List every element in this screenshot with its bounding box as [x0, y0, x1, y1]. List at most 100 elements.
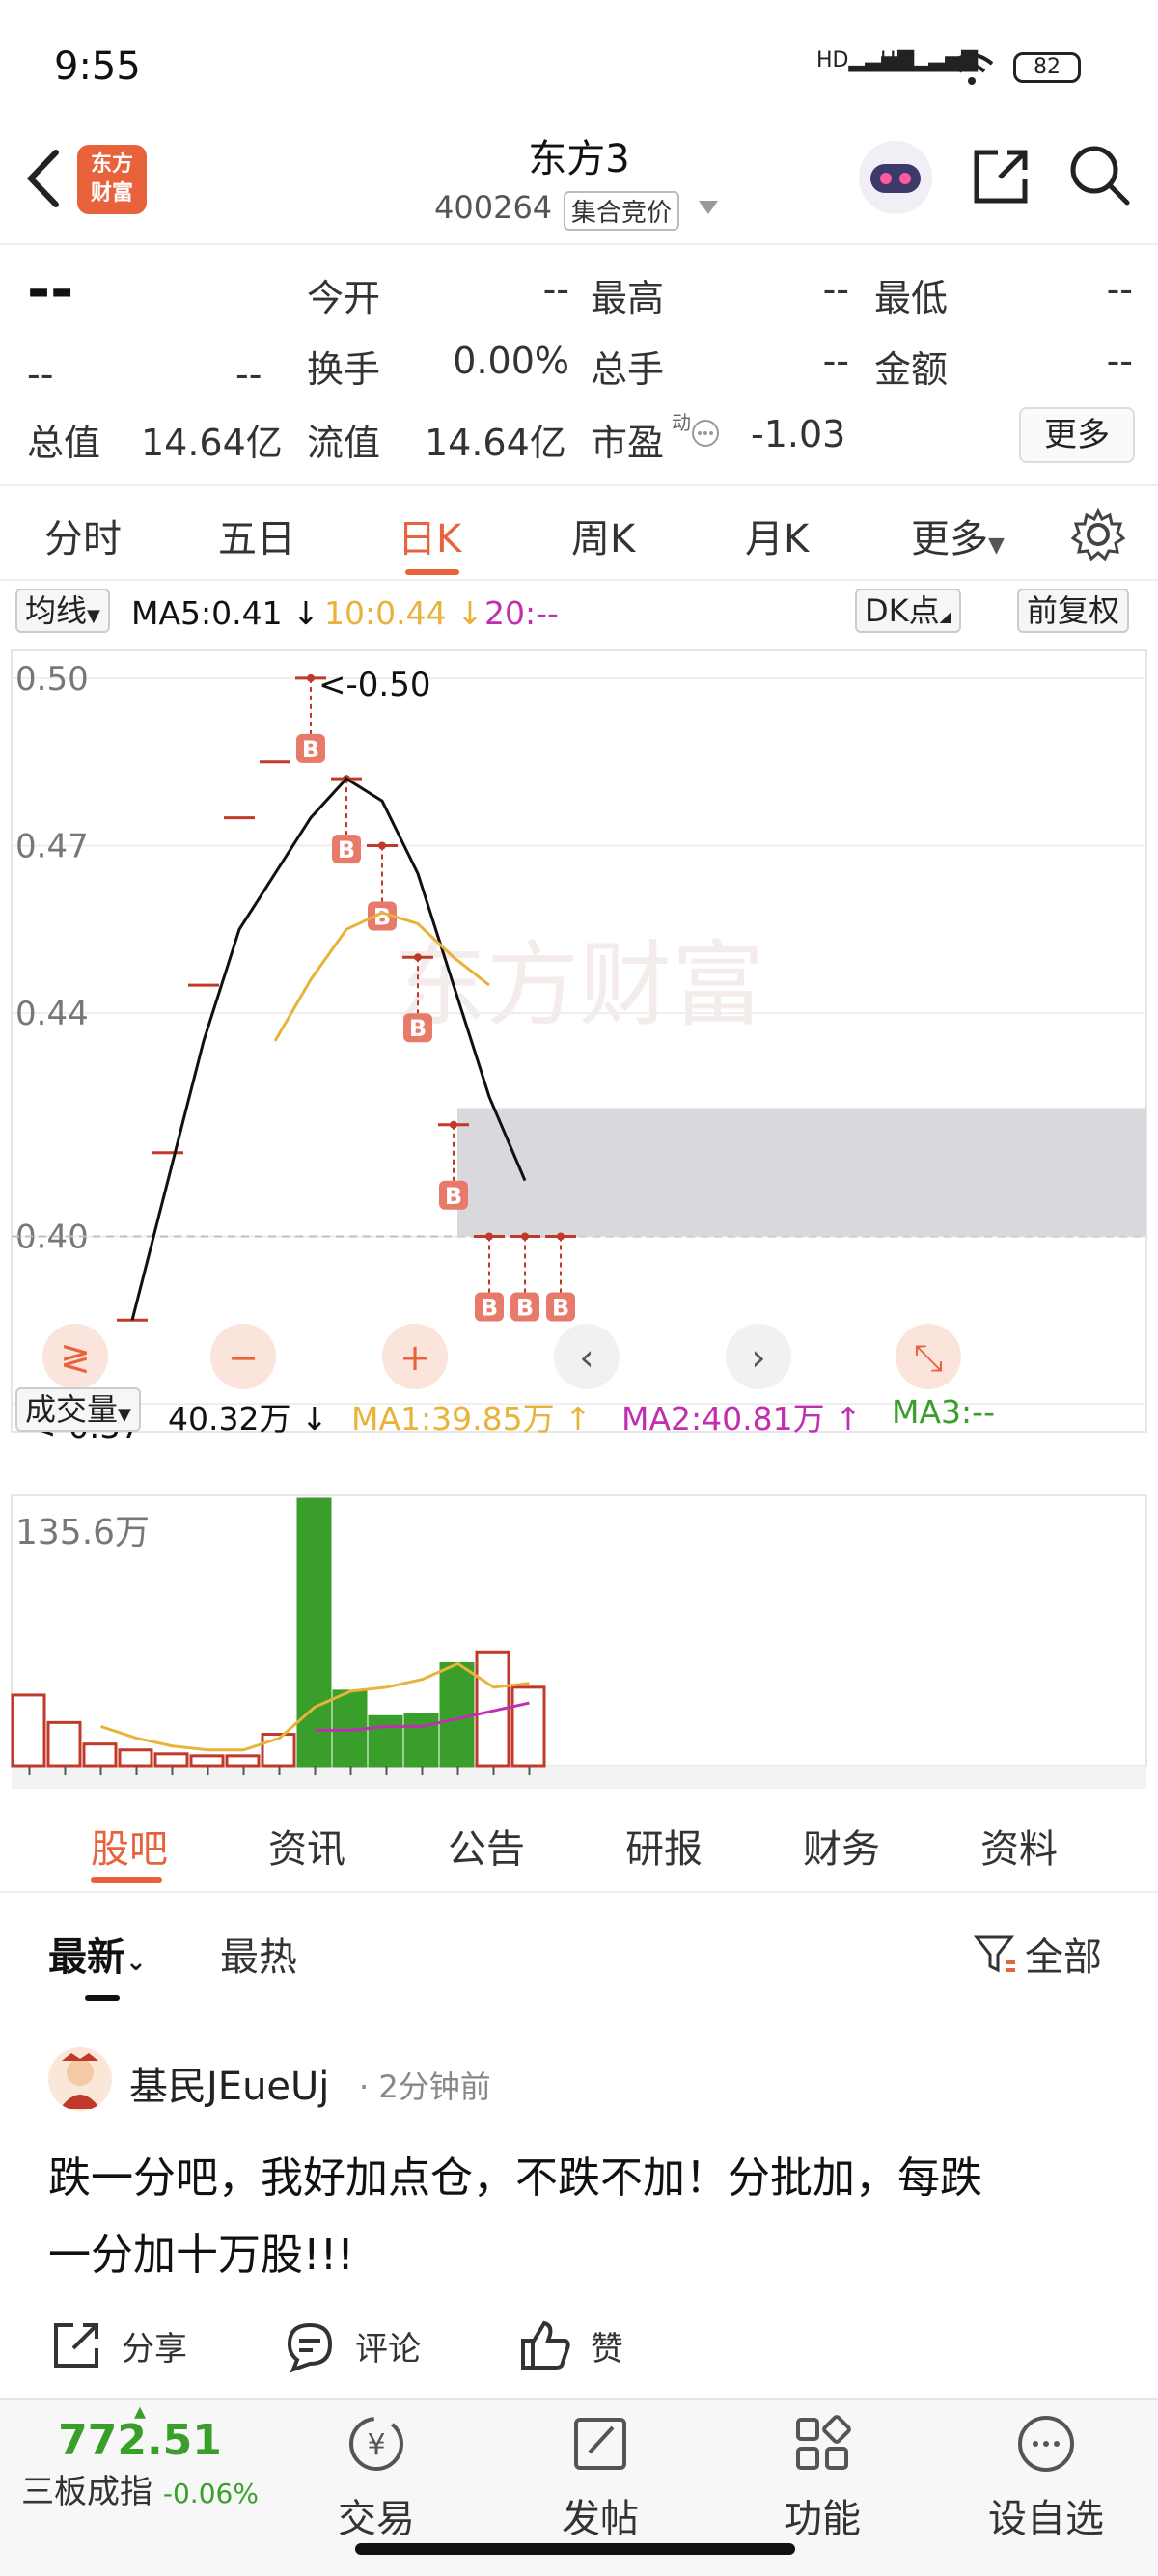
index-change: -0.06% [162, 2478, 259, 2509]
nav-post[interactable]: 发帖 [513, 2410, 687, 2543]
settings-gear-icon[interactable] [1071, 507, 1125, 562]
compose-icon [574, 2418, 626, 2470]
vol-ma1-label: MA1:39.85万 [351, 1400, 555, 1438]
caret-down-icon: ▼ [87, 606, 100, 626]
ma20-value: 20:-- [484, 594, 559, 632]
arrow-down-icon: ↓ [456, 594, 483, 632]
robot-assistant-icon[interactable] [857, 139, 934, 216]
comment-icon [287, 2322, 333, 2373]
price-panel-frame [11, 649, 1147, 1433]
price-tick-label: 0.47 [15, 828, 89, 866]
prev-icon-glyph: ‹ [579, 1336, 593, 1379]
share-icon [54, 2323, 98, 2368]
buy-signal-label: B [552, 1295, 569, 1322]
tab-monthly-k[interactable]: 月K [745, 507, 809, 563]
tab-announcements[interactable]: 公告 [448, 1818, 525, 1874]
price-tick-label: 0.44 [15, 995, 89, 1033]
tab-daily-k[interactable]: 日K [398, 507, 461, 563]
volume-bar [153, 1752, 189, 1768]
vol-ma2-label: MA2:40.81万 [621, 1400, 825, 1438]
tab-profile[interactable]: 资料 [980, 1818, 1058, 1874]
avatar-icon [60, 2053, 100, 2109]
low-label: 最低 [874, 277, 949, 319]
volume-current-label: 40.32万 [168, 1400, 291, 1438]
signal-dot [414, 953, 422, 962]
search-icon[interactable] [1067, 143, 1133, 208]
pe-label: 市盈 [591, 422, 665, 464]
post-username[interactable]: 基民JEueUj [129, 2055, 329, 2111]
float-value: 14.64亿 [425, 422, 566, 464]
status-time: 9:55 [54, 44, 141, 89]
dk-point-button[interactable]: DK点◢ [855, 589, 961, 633]
user-avatar[interactable] [48, 2047, 112, 2111]
stock-code: 400264 [434, 189, 553, 226]
tab-five-day[interactable]: 五日 [218, 507, 295, 563]
nav-watchlist-label: 设自选 [988, 2497, 1104, 2541]
kline-svg: 东方财富0.500.470.440.400.37BBBBBBBB<-0.50<-… [11, 649, 1147, 1789]
caret-down-icon: ▼ [118, 1405, 131, 1425]
tab-weekly-k[interactable]: 周K [571, 507, 635, 563]
adjust-price-button[interactable]: 前复权 [1017, 589, 1130, 633]
ma-selector[interactable]: 均线▼ [15, 589, 110, 633]
signal-dot [307, 673, 315, 682]
content-tabs: 股吧 资讯 公告 研报 财务 资料 [0, 1791, 1158, 1893]
chevron-down-icon: ⌄ [125, 1948, 147, 1977]
post-body[interactable]: 跌一分吧，我好加点仓，不跌不加！分批加，每跌 一分加十万股!!! [48, 2140, 982, 2294]
active-content-underline [91, 1877, 162, 1883]
tab-intraday[interactable]: 分时 [44, 507, 122, 563]
sort-latest[interactable]: 最新⌄ [48, 1926, 147, 1982]
shaded-zone [457, 1108, 1146, 1237]
nav-post-label: 发帖 [562, 2497, 639, 2541]
filter-label: 全部 [1025, 1935, 1102, 1980]
ma-legend-bar: 均线▼ MA5:0.41 ↓ 10:0.44 ↓ 20:-- DK点◢ 前复权 [0, 583, 1158, 641]
post-time-label: 2分钟前 [378, 2069, 491, 2105]
nav-trade[interactable]: ¥ 交易 [290, 2410, 463, 2543]
volume-bar [46, 1720, 82, 1768]
trading-phase-badge: 集合竞价 [564, 191, 680, 231]
filter-button[interactable]: 全部 [973, 1926, 1102, 1982]
index-ticker[interactable]: ▴ 772.51 三板成指 -0.06% [0, 2399, 280, 2512]
signal-hd-label-2: HD [880, 48, 913, 72]
tab-forum[interactable]: 股吧 [91, 1818, 168, 1874]
high-label: 最高 [591, 277, 665, 319]
volume-selector[interactable]: 成交量▼ [15, 1387, 141, 1432]
like-action[interactable]: 赞 [517, 2317, 623, 2373]
share-icon[interactable] [969, 145, 1033, 208]
signal-dot [485, 1232, 493, 1241]
post-time: · 2分钟前 [359, 2069, 491, 2105]
buy-signal-label: B [302, 736, 319, 763]
sort-hot[interactable]: 最热 [220, 1926, 297, 1982]
total-value-label: 总值 [27, 422, 101, 464]
home-indicator [355, 2543, 795, 2555]
more-dots-icon[interactable] [691, 419, 720, 448]
more-circle-icon [1018, 2416, 1074, 2472]
tab-news[interactable]: 资讯 [268, 1818, 345, 1874]
logo-text-2: 财富 [90, 181, 133, 206]
amount-value: -- [1106, 340, 1133, 382]
caret-down-icon[interactable] [697, 199, 720, 216]
tab-more-periods[interactable]: 更多▼ [911, 507, 1005, 563]
open-label: 今开 [307, 277, 381, 319]
wifi-icon [950, 53, 994, 85]
fullscreen-icon-glyph: ⤡ [914, 1336, 943, 1379]
sort-latest-label: 最新 [48, 1935, 125, 1980]
arrow-up-icon: ↑ [565, 1400, 592, 1438]
volume-value: -- [822, 340, 849, 382]
nav-features[interactable]: 功能 [735, 2410, 909, 2543]
volume-bar [118, 1748, 153, 1768]
zoom-out-icon-glyph: − [228, 1336, 259, 1379]
float-value-label: 流值 [307, 422, 381, 464]
svg-text:¥: ¥ [367, 2428, 385, 2462]
nav-add-watchlist[interactable]: 设自选 [959, 2410, 1133, 2543]
more-quote-button[interactable]: 更多 [1019, 407, 1135, 463]
turnover-value: 0.00% [453, 340, 569, 382]
tab-financials[interactable]: 财务 [803, 1818, 880, 1874]
thumbs-up-icon [521, 2320, 570, 2370]
vol-ma1: MA1:39.85万 ↑ [351, 1393, 592, 1439]
like-label: 赞 [591, 2329, 623, 2369]
share-action[interactable]: 分享 [48, 2317, 187, 2373]
active-tab-underline [405, 569, 459, 575]
tab-research[interactable]: 研报 [625, 1818, 703, 1874]
comment-action[interactable]: 评论 [282, 2317, 421, 2373]
date-label-faded: 0714 [166, 1787, 244, 1789]
